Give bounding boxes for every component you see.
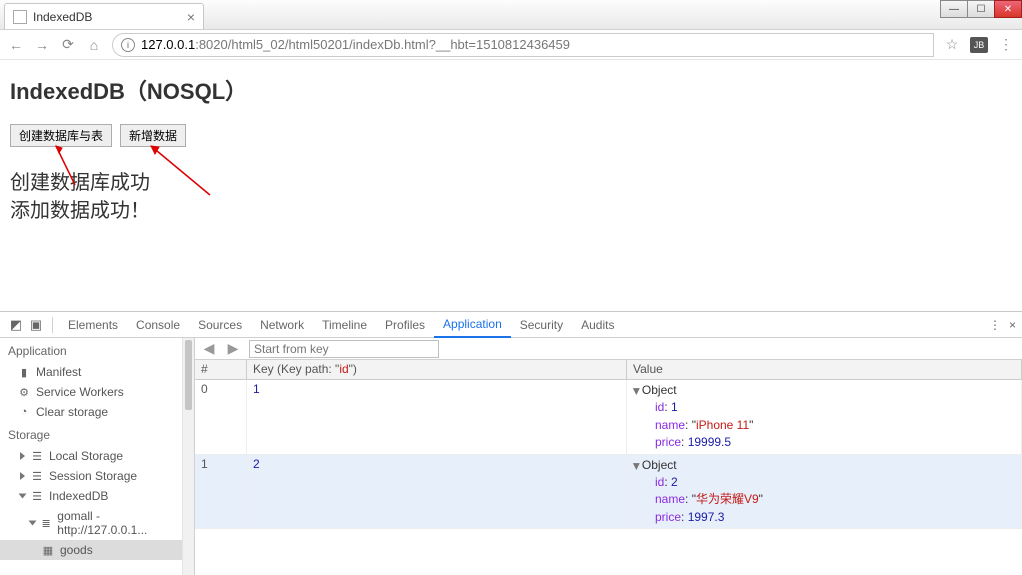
key-link[interactable]: 1 [253,382,260,396]
add-data-button[interactable]: 新增数据 [120,124,186,147]
minimize-button[interactable]: — [940,0,968,18]
tab-elements[interactable]: Elements [59,312,127,338]
storage-icon: ☰ [31,470,43,482]
chevron-right-icon [20,472,25,480]
sidebar-local-storage[interactable]: ☰Local Storage [0,446,182,466]
sidebar-session-storage[interactable]: ☰Session Storage [0,466,182,486]
col-key[interactable]: Key (Key path: "id") [247,360,627,379]
sidebar-service-workers[interactable]: ⚙Service Workers [0,382,182,402]
forward-icon[interactable]: → [34,37,50,53]
page-heading: IndexedDB（NOSQL） [10,74,1012,106]
browser-titlebar: IndexedDB × — ☐ ✕ [0,0,1022,30]
close-button[interactable]: ✕ [994,0,1022,18]
chevron-down-icon: ▶ [630,463,643,470]
chevron-right-icon [20,452,25,460]
col-value[interactable]: Value [627,360,1022,379]
menu-icon[interactable]: ⋮ [998,37,1014,53]
maximize-button[interactable]: ☐ [967,0,995,18]
device-icon[interactable]: ▣ [26,317,46,333]
url-host: 127.0.0.1 [141,37,195,52]
sidebar-manifest[interactable]: ▮Manifest [0,362,182,382]
info-icon[interactable]: i [121,38,135,52]
browser-tab[interactable]: IndexedDB × [4,3,204,29]
start-key-input[interactable] [249,340,439,358]
sidebar-clear-storage[interactable]: ◔Clear storage [0,402,182,422]
tab-security[interactable]: Security [511,312,572,338]
tab-audits[interactable]: Audits [572,312,623,338]
devtools-panel: ◩ ▣ Elements Console Sources Network Tim… [0,311,1022,575]
chevron-down-icon: ▶ [630,388,643,395]
prev-page-icon[interactable]: ◀ [201,341,217,357]
window-controls: — ☐ ✕ [941,0,1022,18]
extension-icon[interactable]: JB [970,37,988,53]
tab-profiles[interactable]: Profiles [376,312,434,338]
chevron-down-icon [19,494,27,499]
sidebar-indexeddb[interactable]: ☰IndexedDB [0,486,182,506]
address-bar[interactable]: i 127.0.0.1:8020/html5_02/html50201/inde… [112,33,934,57]
section-storage: Storage [0,422,182,446]
table-icon: ▦ [42,544,54,556]
value-cell[interactable]: ▶Object id: 1 name: "iPhone 11" price: 1… [627,380,1022,454]
store-controls: ◀ ▶ [195,338,1022,360]
application-sidebar: Application ▮Manifest ⚙Service Workers ◔… [0,338,195,575]
grid-header: # Key (Key path: "id") Value [195,360,1022,380]
table-row[interactable]: 1 2 ▶Object id: 2 name: "华为荣耀V9" price: … [195,455,1022,530]
create-db-button[interactable]: 创建数据库与表 [10,124,112,147]
sidebar-scrollbar[interactable] [182,338,194,575]
sidebar-db-gomall[interactable]: ≣gomall - http://127.0.0.1... [0,506,182,540]
tab-sources[interactable]: Sources [189,312,251,338]
tab-application[interactable]: Application [434,312,511,338]
tab-network[interactable]: Network [251,312,313,338]
gear-icon: ⚙ [18,386,30,398]
home-icon[interactable]: ⌂ [86,37,102,53]
star-icon[interactable]: ☆ [944,37,960,53]
document-icon: ▮ [18,366,30,378]
database-icon: ◔ [18,406,30,418]
key-link[interactable]: 2 [253,457,260,471]
database-icon: ≣ [41,517,51,529]
status-message-2: 添加数据成功！ [10,197,1012,225]
storage-icon: ☰ [31,490,43,502]
col-index[interactable]: # [195,360,247,379]
inspect-icon[interactable]: ◩ [6,317,26,333]
grid-rows: 0 1 ▶Object id: 1 name: "iPhone 11" pric… [195,380,1022,575]
file-icon [13,10,27,24]
back-icon[interactable]: ← [8,37,24,53]
devtools-tabs: ◩ ▣ Elements Console Sources Network Tim… [0,312,1022,338]
tab-console[interactable]: Console [127,312,189,338]
close-icon[interactable]: × [187,9,195,25]
section-application: Application [0,338,182,362]
tab-timeline[interactable]: Timeline [313,312,376,338]
reload-icon[interactable]: ⟳ [60,37,76,53]
url-path: :8020/html5_02/html50201/indexDb.html?__… [195,37,570,52]
table-row[interactable]: 0 1 ▶Object id: 1 name: "iPhone 11" pric… [195,380,1022,455]
tab-title: IndexedDB [33,10,181,24]
object-store-view: ◀ ▶ # Key (Key path: "id") Value 0 1 ▶Ob… [195,338,1022,575]
status-message-1: 创建数据库成功 [10,169,1012,197]
browser-toolbar: ← → ⟳ ⌂ i 127.0.0.1:8020/html5_02/html50… [0,30,1022,60]
next-page-icon[interactable]: ▶ [225,341,241,357]
page-content: IndexedDB（NOSQL） 创建数据库与表 新增数据 创建数据库成功 添加… [0,60,1022,239]
more-icon[interactable]: ⋮ [989,318,1001,332]
value-cell[interactable]: ▶Object id: 2 name: "华为荣耀V9" price: 1997… [627,455,1022,529]
close-devtools-icon[interactable]: × [1009,318,1016,332]
storage-icon: ☰ [31,450,43,462]
sidebar-store-goods[interactable]: ▦goods [0,540,182,560]
chevron-down-icon [29,521,37,526]
